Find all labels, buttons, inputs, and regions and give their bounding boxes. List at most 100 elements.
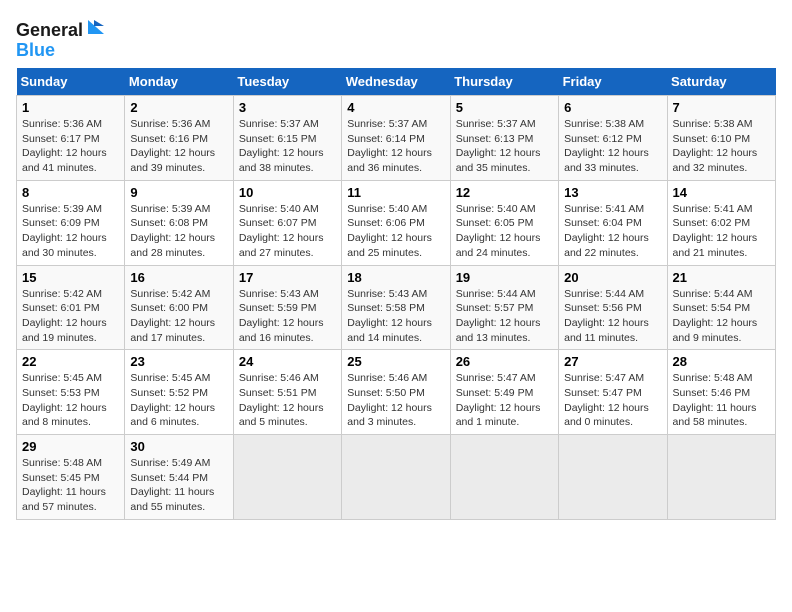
day-number: 22	[22, 354, 119, 369]
day-info: Sunrise: 5:47 AMSunset: 5:49 PMDaylight:…	[456, 371, 553, 430]
calendar-day-12: 12Sunrise: 5:40 AMSunset: 6:05 PMDayligh…	[450, 180, 558, 265]
calendar-week-5: 29 Sunrise: 5:48 AMSunset: 5:45 PMDayligh…	[17, 435, 776, 520]
day-number: 11	[347, 185, 444, 200]
day-info: Sunrise: 5:42 AMSunset: 6:00 PMDaylight:…	[130, 287, 227, 346]
calendar-table: SundayMondayTuesdayWednesdayThursdayFrid…	[16, 68, 776, 520]
day-number: 30	[130, 439, 227, 454]
day-number: 29	[22, 439, 119, 454]
day-number: 23	[130, 354, 227, 369]
calendar-week-3: 15 Sunrise: 5:42 AMSunset: 6:01 PMDayligh…	[17, 265, 776, 350]
day-number: 4	[347, 100, 444, 115]
calendar-day-empty	[450, 435, 558, 520]
day-info: Sunrise: 5:46 AMSunset: 5:50 PMDaylight:…	[347, 371, 444, 430]
day-number: 2	[130, 100, 227, 115]
calendar-day-16: 16 Sunrise: 5:42 AMSunset: 6:00 PMDayligh…	[125, 265, 233, 350]
calendar-day-17: 17 Sunrise: 5:43 AMSunset: 5:59 PMDayligh…	[233, 265, 341, 350]
calendar-day-2: 2 Sunrise: 5:36 AMSunset: 6:16 PMDaylight…	[125, 96, 233, 181]
calendar-day-3: 3 Sunrise: 5:37 AMSunset: 6:15 PMDaylight…	[233, 96, 341, 181]
day-info: Sunrise: 5:36 AMSunset: 6:17 PMDaylight:…	[22, 117, 119, 176]
calendar-header-saturday: Saturday	[667, 68, 775, 96]
calendar-day-empty	[559, 435, 667, 520]
day-info: Sunrise: 5:39 AMSunset: 6:08 PMDaylight:…	[130, 202, 227, 261]
day-info: Sunrise: 5:45 AMSunset: 5:52 PMDaylight:…	[130, 371, 227, 430]
day-info: Sunrise: 5:41 AMSunset: 6:02 PMDaylight:…	[673, 202, 770, 261]
calendar-day-25: 25 Sunrise: 5:46 AMSunset: 5:50 PMDayligh…	[342, 350, 450, 435]
day-number: 21	[673, 270, 770, 285]
day-info: Sunrise: 5:47 AMSunset: 5:47 PMDaylight:…	[564, 371, 661, 430]
svg-text:General: General	[16, 20, 83, 40]
calendar-week-1: 1 Sunrise: 5:36 AMSunset: 6:17 PMDaylight…	[17, 96, 776, 181]
day-number: 19	[456, 270, 553, 285]
day-number: 28	[673, 354, 770, 369]
day-number: 18	[347, 270, 444, 285]
day-info: Sunrise: 5:46 AMSunset: 5:51 PMDaylight:…	[239, 371, 336, 430]
day-number: 7	[673, 100, 770, 115]
day-info: Sunrise: 5:44 AMSunset: 5:56 PMDaylight:…	[564, 287, 661, 346]
calendar-day-30: 30 Sunrise: 5:49 AMSunset: 5:44 PMDayligh…	[125, 435, 233, 520]
day-number: 6	[564, 100, 661, 115]
day-info: Sunrise: 5:43 AMSunset: 5:59 PMDaylight:…	[239, 287, 336, 346]
calendar-day-11: 11 Sunrise: 5:40 AMSunset: 6:06 PMDayligh…	[342, 180, 450, 265]
day-number: 14	[673, 185, 770, 200]
day-info: Sunrise: 5:38 AMSunset: 6:10 PMDaylight:…	[673, 117, 770, 176]
day-info: Sunrise: 5:45 AMSunset: 5:53 PMDaylight:…	[22, 371, 119, 430]
day-info: Sunrise: 5:41 AMSunset: 6:04 PMDaylight:…	[564, 202, 661, 261]
day-info: Sunrise: 5:44 AMSunset: 5:57 PMDaylight:…	[456, 287, 553, 346]
day-info: Sunrise: 5:40 AMSunset: 6:07 PMDaylight:…	[239, 202, 336, 261]
day-number: 20	[564, 270, 661, 285]
calendar-day-empty	[233, 435, 341, 520]
day-info: Sunrise: 5:36 AMSunset: 6:16 PMDaylight:…	[130, 117, 227, 176]
calendar-day-20: 20 Sunrise: 5:44 AMSunset: 5:56 PMDayligh…	[559, 265, 667, 350]
day-info: Sunrise: 5:39 AMSunset: 6:09 PMDaylight:…	[22, 202, 119, 261]
day-number: 8	[22, 185, 119, 200]
calendar-day-10: 10 Sunrise: 5:40 AMSunset: 6:07 PMDayligh…	[233, 180, 341, 265]
calendar-header-wednesday: Wednesday	[342, 68, 450, 96]
calendar-day-18: 18 Sunrise: 5:43 AMSunset: 5:58 PMDayligh…	[342, 265, 450, 350]
day-number: 15	[22, 270, 119, 285]
calendar-day-24: 24 Sunrise: 5:46 AMSunset: 5:51 PMDayligh…	[233, 350, 341, 435]
calendar-header-row: SundayMondayTuesdayWednesdayThursdayFrid…	[17, 68, 776, 96]
day-info: Sunrise: 5:37 AMSunset: 6:14 PMDaylight:…	[347, 117, 444, 176]
day-info: Sunrise: 5:43 AMSunset: 5:58 PMDaylight:…	[347, 287, 444, 346]
calendar-day-23: 23 Sunrise: 5:45 AMSunset: 5:52 PMDayligh…	[125, 350, 233, 435]
day-info: Sunrise: 5:38 AMSunset: 6:12 PMDaylight:…	[564, 117, 661, 176]
calendar-day-14: 14 Sunrise: 5:41 AMSunset: 6:02 PMDayligh…	[667, 180, 775, 265]
day-number: 1	[22, 100, 119, 115]
day-info: Sunrise: 5:49 AMSunset: 5:44 PMDaylight:…	[130, 456, 227, 515]
day-number: 26	[456, 354, 553, 369]
day-info: Sunrise: 5:48 AMSunset: 5:46 PMDaylight:…	[673, 371, 770, 430]
calendar-day-6: 6 Sunrise: 5:38 AMSunset: 6:12 PMDaylight…	[559, 96, 667, 181]
calendar-day-13: 13Sunrise: 5:41 AMSunset: 6:04 PMDayligh…	[559, 180, 667, 265]
day-info: Sunrise: 5:48 AMSunset: 5:45 PMDaylight:…	[22, 456, 119, 515]
day-number: 9	[130, 185, 227, 200]
logo-svg: GeneralBlue	[16, 16, 106, 60]
calendar-day-empty	[667, 435, 775, 520]
day-number: 12	[456, 185, 553, 200]
calendar-day-15: 15 Sunrise: 5:42 AMSunset: 6:01 PMDayligh…	[17, 265, 125, 350]
day-number: 27	[564, 354, 661, 369]
calendar-day-7: 7 Sunrise: 5:38 AMSunset: 6:10 PMDaylight…	[667, 96, 775, 181]
day-number: 16	[130, 270, 227, 285]
day-info: Sunrise: 5:42 AMSunset: 6:01 PMDaylight:…	[22, 287, 119, 346]
svg-text:Blue: Blue	[16, 40, 55, 60]
calendar-day-8: 8 Sunrise: 5:39 AMSunset: 6:09 PMDaylight…	[17, 180, 125, 265]
day-info: Sunrise: 5:40 AMSunset: 6:06 PMDaylight:…	[347, 202, 444, 261]
day-number: 24	[239, 354, 336, 369]
page-header: GeneralBlue	[16, 16, 776, 60]
calendar-week-2: 8 Sunrise: 5:39 AMSunset: 6:09 PMDaylight…	[17, 180, 776, 265]
day-number: 25	[347, 354, 444, 369]
calendar-day-empty	[342, 435, 450, 520]
day-number: 10	[239, 185, 336, 200]
calendar-day-27: 27 Sunrise: 5:47 AMSunset: 5:47 PMDayligh…	[559, 350, 667, 435]
day-info: Sunrise: 5:37 AMSunset: 6:13 PMDaylight:…	[456, 117, 553, 176]
day-info: Sunrise: 5:44 AMSunset: 5:54 PMDaylight:…	[673, 287, 770, 346]
calendar-header-sunday: Sunday	[17, 68, 125, 96]
day-info: Sunrise: 5:37 AMSunset: 6:15 PMDaylight:…	[239, 117, 336, 176]
calendar-day-29: 29 Sunrise: 5:48 AMSunset: 5:45 PMDayligh…	[17, 435, 125, 520]
calendar-header-thursday: Thursday	[450, 68, 558, 96]
calendar-header-tuesday: Tuesday	[233, 68, 341, 96]
logo: GeneralBlue	[16, 16, 106, 60]
day-number: 3	[239, 100, 336, 115]
day-number: 17	[239, 270, 336, 285]
calendar-day-19: 19 Sunrise: 5:44 AMSunset: 5:57 PMDayligh…	[450, 265, 558, 350]
